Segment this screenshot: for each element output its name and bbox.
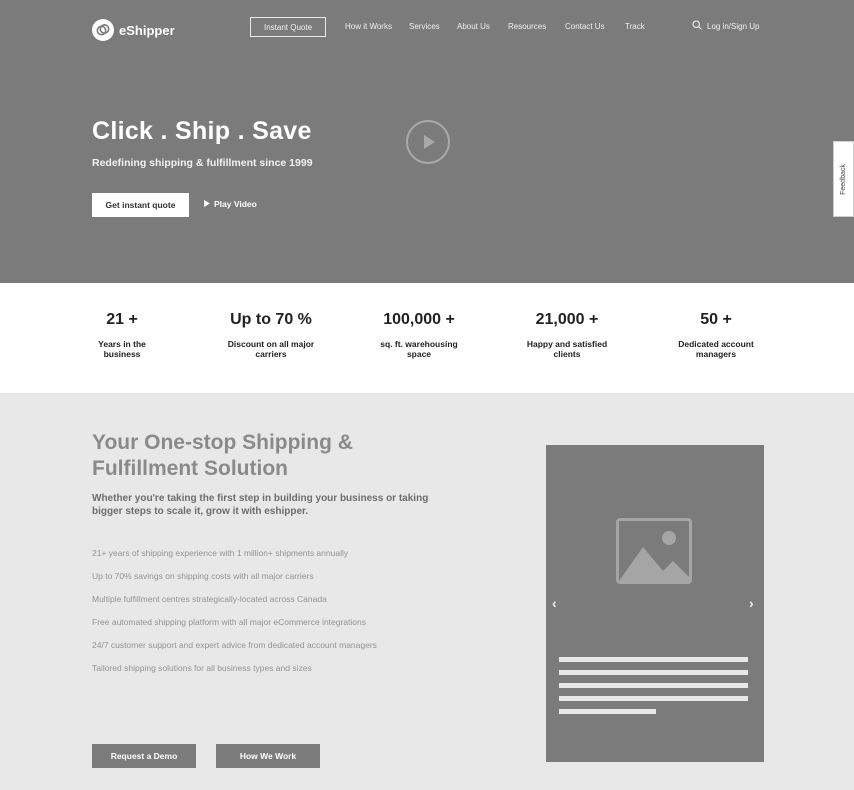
- search-icon: [692, 20, 702, 32]
- play-circle-icon: [424, 135, 435, 149]
- stat-value: Up to 70 %: [230, 311, 312, 328]
- stat-item: Up to 70 % Discount on all major carrier…: [206, 311, 336, 359]
- logo-icon: [92, 19, 114, 41]
- video-play-button[interactable]: [406, 120, 450, 164]
- feature-list-item: Up to 70% savings on shipping costs with…: [92, 571, 314, 581]
- main-nav: Instant Quote How it Works Services Abou…: [250, 17, 645, 37]
- feedback-label: Feedback: [840, 163, 847, 195]
- text-line-placeholder: [559, 683, 748, 688]
- stat-item: 50 + Dedicated account managers: [651, 311, 781, 359]
- feature-list-item: 24/7 customer support and expert advice …: [92, 640, 377, 650]
- chevron-left-icon[interactable]: ‹: [552, 595, 557, 611]
- nav-track[interactable]: Track: [625, 22, 645, 31]
- feature-list-item: Multiple fulfillment centres strategical…: [92, 594, 327, 604]
- nav-how-it-works[interactable]: How it Works: [345, 22, 392, 31]
- stat-label: Dedicated account managers: [678, 339, 754, 359]
- hero-subtitle: Redefining shipping & fulfillment since …: [92, 157, 313, 169]
- login-link[interactable]: Log in/Sign Up: [692, 20, 759, 32]
- play-video-label: Play Video: [214, 199, 257, 209]
- feature-subtitle: Whether you're taking the first step in …: [92, 493, 429, 517]
- text-line-placeholder: [559, 670, 748, 675]
- login-label: Log in/Sign Up: [707, 21, 760, 31]
- hero-section: eShipper Instant Quote How it Works Serv…: [0, 0, 854, 283]
- nav-resources[interactable]: Resources: [508, 22, 546, 31]
- brand-logo[interactable]: eShipper: [92, 19, 175, 41]
- hero-title: Click . Ship . Save: [92, 117, 312, 145]
- stat-value: 50 +: [700, 311, 732, 328]
- stat-item: 100,000 + sq. ft. warehousing space: [354, 311, 484, 359]
- stat-value: 100,000 +: [383, 311, 455, 328]
- feature-title: Your One-stop Shipping & Fulfillment Sol…: [92, 431, 353, 480]
- feature-list: 21+ years of shipping experience with 1 …: [92, 548, 392, 686]
- stat-label: Years in the business: [98, 339, 146, 359]
- feature-list-item: Tailored shipping solutions for all busi…: [92, 663, 312, 673]
- play-video-link[interactable]: Play Video: [204, 199, 257, 209]
- stat-value: 21,000 +: [535, 311, 599, 328]
- stat-item: 21,000 + Happy and satisfied clients: [502, 311, 632, 359]
- stat-label: sq. ft. warehousing space: [380, 339, 458, 359]
- chevron-right-icon[interactable]: ›: [749, 595, 754, 611]
- nav-contact-us[interactable]: Contact Us: [565, 22, 605, 31]
- nav-services[interactable]: Services: [409, 22, 440, 31]
- play-icon: [204, 199, 210, 209]
- stat-label: Happy and satisfied clients: [526, 339, 608, 359]
- feedback-tab[interactable]: Feedback: [833, 141, 854, 217]
- stat-label: Discount on all major carriers: [227, 339, 315, 359]
- image-placeholder-icon: [616, 518, 692, 584]
- stat-value: 21 +: [106, 311, 138, 328]
- text-line-placeholder: [559, 709, 656, 714]
- how-we-work-button[interactable]: How We Work: [216, 744, 320, 768]
- get-instant-quote-button[interactable]: Get instant quote: [92, 193, 189, 217]
- feature-list-item: 21+ years of shipping experience with 1 …: [92, 548, 349, 558]
- nav-about-us[interactable]: About Us: [457, 22, 490, 31]
- stat-item: 21 + Years in the business: [57, 311, 187, 359]
- text-line-placeholder: [559, 696, 748, 701]
- request-demo-button[interactable]: Request a Demo: [92, 744, 196, 768]
- nav-instant-quote-button[interactable]: Instant Quote: [250, 17, 326, 37]
- stats-section: 21 + Years in the business Up to 70 % Di…: [0, 283, 854, 393]
- brand-name: eShipper: [119, 22, 175, 38]
- image-carousel: ‹ ›: [546, 445, 764, 762]
- text-line-placeholder: [559, 657, 748, 662]
- feature-list-item: Free automated shipping platform with al…: [92, 617, 367, 627]
